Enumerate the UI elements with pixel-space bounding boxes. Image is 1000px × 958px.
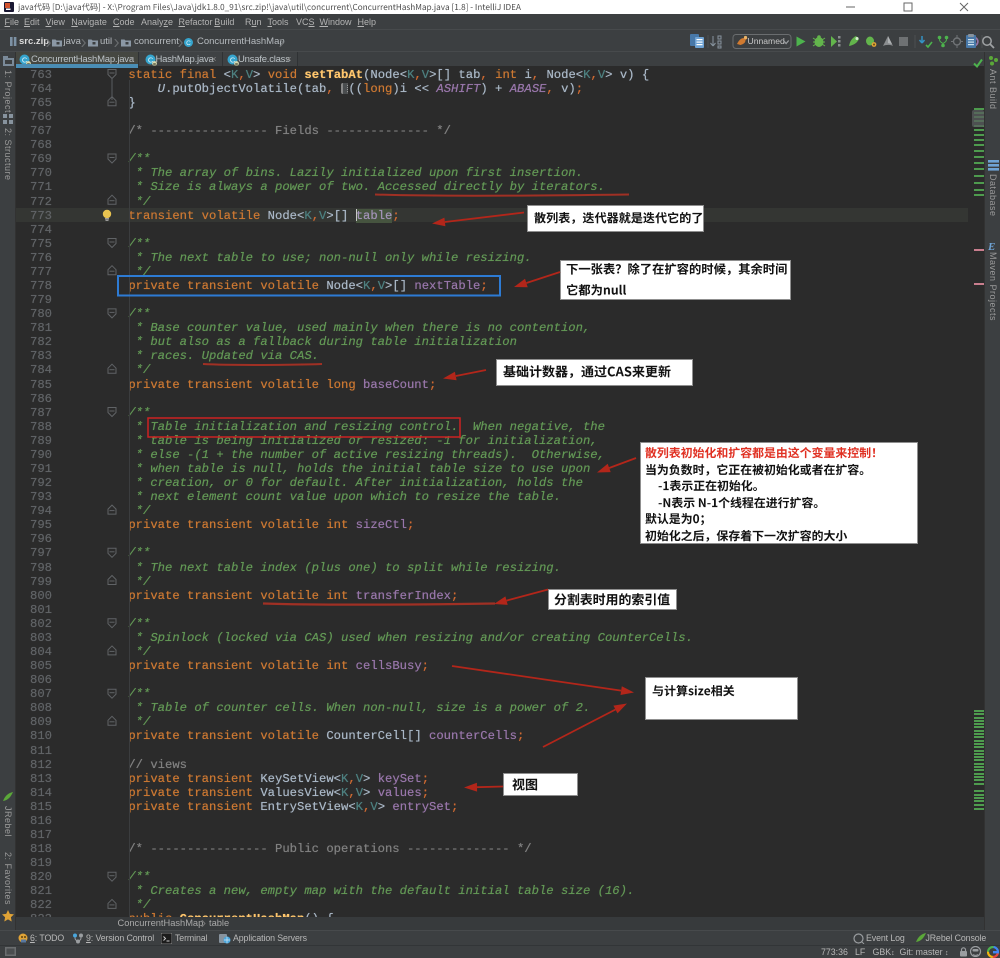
svg-text:Unnamed: Unnamed [748,36,785,46]
svg-text:E: E [988,241,995,251]
svg-text:C: C [186,40,191,47]
